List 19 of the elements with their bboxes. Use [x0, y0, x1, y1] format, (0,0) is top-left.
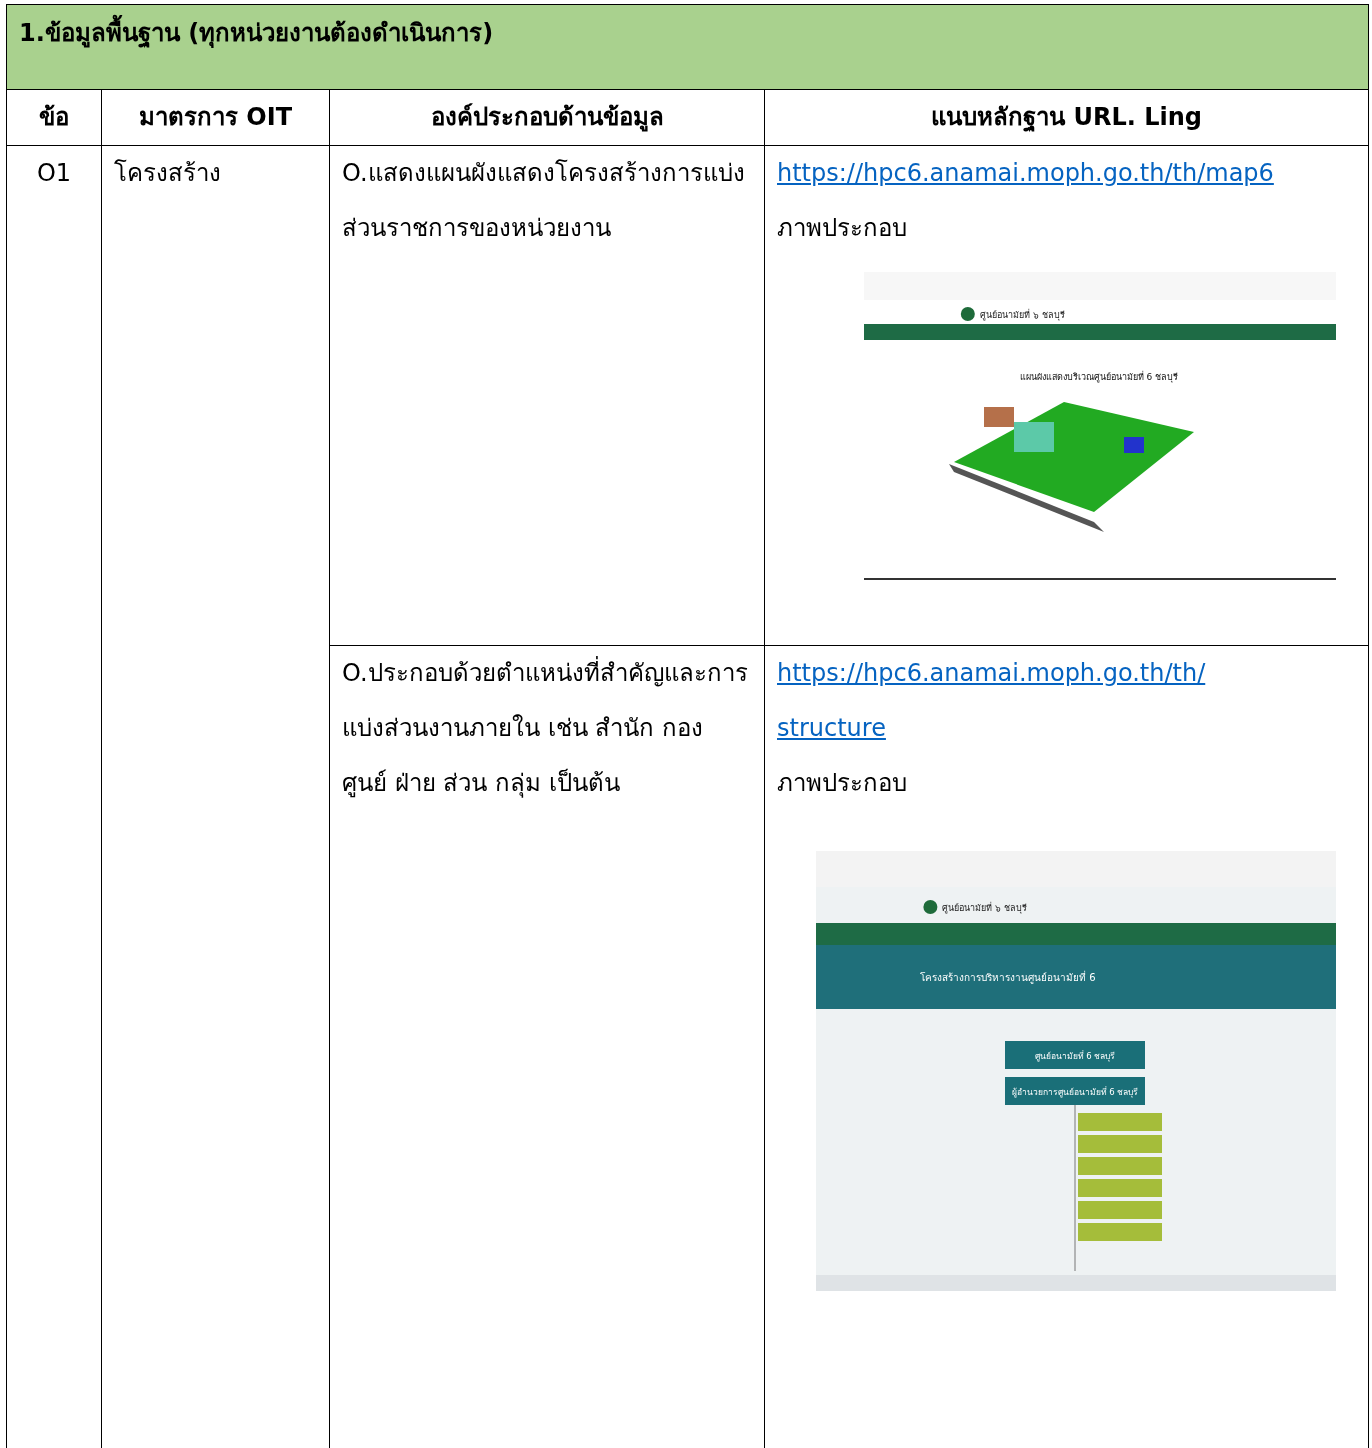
column-header: ข้อ — [6, 89, 102, 146]
logo-icon — [923, 900, 938, 914]
caption: ภาพประกอบ — [777, 214, 907, 242]
org-box-label: ศูนย์อนามัยที่ 6 ชลบุรี — [1034, 1051, 1116, 1061]
table-cell: O.แสดงแผนผังแสดงโครงสร้างการแบ่งส่วนราชการของหน่วยงาน — [329, 145, 765, 646]
url-link[interactable]: https://hpc6.anamai.moph.go.th/th/ structure — [777, 646, 1206, 756]
column-header: แนบหลักฐาน URL. Ling — [764, 89, 1369, 146]
table-cell: O1 — [6, 145, 102, 1448]
logo-icon — [960, 307, 975, 321]
caption: ภาพประกอบ — [777, 769, 907, 797]
site-name: ศูนย์อนามัยที่ ๖ ชลบุรี — [979, 310, 1065, 320]
map-title: แผนผังแสดงบริเวณศูนย์อนามัยที่ 6 ชลบุรี — [1019, 372, 1179, 382]
column-header: องค์ประกอบด้านข้อมูล — [329, 89, 765, 146]
site-name: ศูนย์อนามัยที่ ๖ ชลบุรี — [942, 903, 1028, 913]
section-title: 1.ข้อมูลพื้นฐาน (ทุกหน่วยงานต้องดำเนินการ) — [6, 4, 1369, 90]
url-link[interactable]: https://hpc6.anamai.moph.go.th/th/map6 — [777, 146, 1274, 201]
banner-title: โครงสร้างการบริหารงานศูนย์อนามัยที่ 6 — [920, 972, 1096, 983]
org-box-label: ผู้อำนวยการศูนย์อนามัยที่ 6 ชลบุรี — [1011, 1087, 1139, 1097]
column-header: มาตรการ OIT — [101, 89, 330, 146]
